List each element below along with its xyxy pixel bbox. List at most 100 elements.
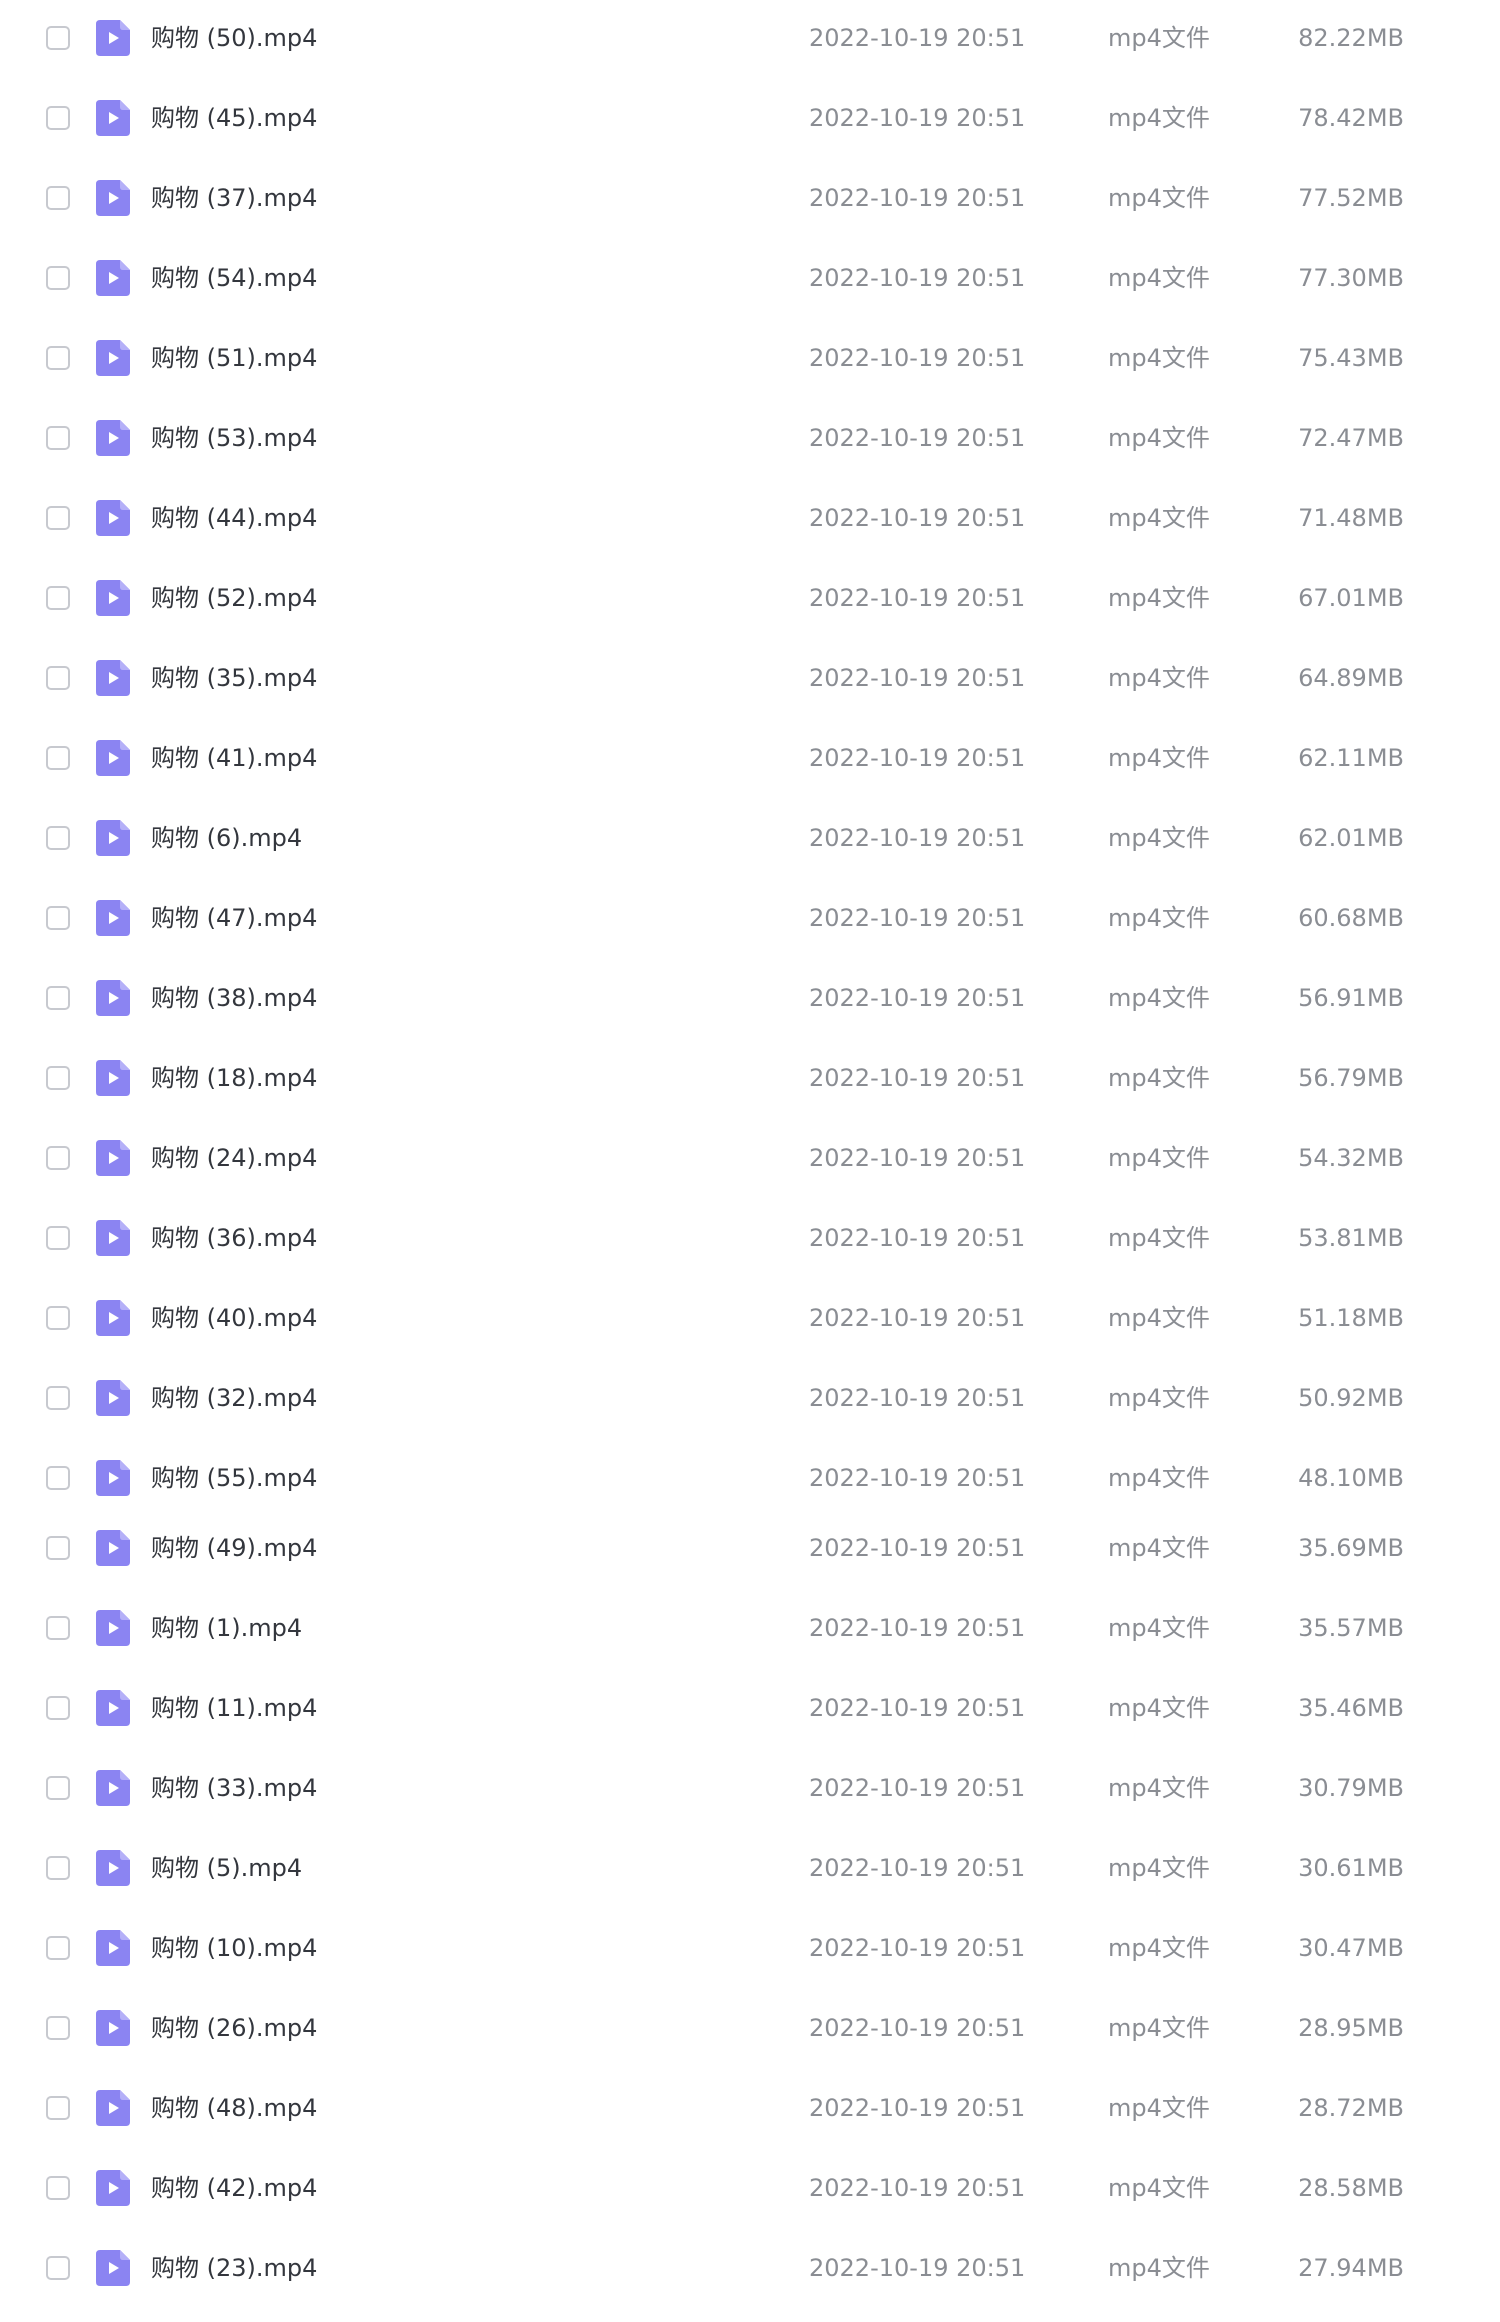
file-name[interactable]: 购物 (48).mp4 xyxy=(151,2093,317,2123)
video-file-icon xyxy=(96,500,130,536)
row-checkbox[interactable] xyxy=(46,986,70,1010)
file-name[interactable]: 购物 (47).mp4 xyxy=(151,903,317,933)
video-file-icon xyxy=(96,260,130,296)
file-row[interactable]: 购物 (37).mp4 2022-10-19 20:51 mp4文件 77.52MB xyxy=(0,168,1500,228)
file-row[interactable]: 购物 (5).mp4 2022-10-19 20:51 mp4文件 30.61MB xyxy=(0,1838,1500,1898)
file-name[interactable]: 购物 (52).mp4 xyxy=(151,583,317,613)
row-checkbox[interactable] xyxy=(46,346,70,370)
row-checkbox[interactable] xyxy=(46,1776,70,1800)
row-checkbox[interactable] xyxy=(46,2096,70,2120)
file-name[interactable]: 购物 (45).mp4 xyxy=(151,103,317,133)
row-checkbox[interactable] xyxy=(46,1066,70,1090)
file-row[interactable]: 购物 (50).mp4 2022-10-19 20:51 mp4文件 82.22MB xyxy=(0,8,1500,68)
file-row[interactable]: 购物 (1).mp4 2022-10-19 20:51 mp4文件 35.57MB xyxy=(0,1598,1500,1658)
file-row[interactable]: 购物 (18).mp4 2022-10-19 20:51 mp4文件 56.79MB xyxy=(0,1048,1500,1108)
file-row[interactable]: 购物 (44).mp4 2022-10-19 20:51 mp4文件 71.48MB xyxy=(0,488,1500,548)
row-checkbox[interactable] xyxy=(46,186,70,210)
file-row[interactable]: 购物 (36).mp4 2022-10-19 20:51 mp4文件 53.81MB xyxy=(0,1208,1500,1268)
file-name[interactable]: 购物 (50).mp4 xyxy=(151,23,317,53)
file-name[interactable]: 购物 (53).mp4 xyxy=(151,423,317,453)
file-row[interactable]: 购物 (55).mp4 2022-10-19 20:51 mp4文件 48.10MB xyxy=(0,1448,1500,1508)
file-name[interactable]: 购物 (33).mp4 xyxy=(151,1773,317,1803)
file-row[interactable]: 购物 (23).mp4 2022-10-19 20:51 mp4文件 27.94MB xyxy=(0,2238,1500,2298)
file-name[interactable]: 购物 (11).mp4 xyxy=(151,1693,317,1723)
row-checkbox[interactable] xyxy=(46,2256,70,2280)
file-name[interactable]: 购物 (32).mp4 xyxy=(151,1383,317,1413)
file-row[interactable]: 购物 (33).mp4 2022-10-19 20:51 mp4文件 30.79MB xyxy=(0,1758,1500,1818)
file-row[interactable]: 购物 (48).mp4 2022-10-19 20:51 mp4文件 28.72MB xyxy=(0,2078,1500,2138)
file-row[interactable]: 购物 (47).mp4 2022-10-19 20:51 mp4文件 60.68MB xyxy=(0,888,1500,948)
modified-date: 2022-10-19 20:51 xyxy=(809,584,1026,612)
file-row[interactable]: 购物 (40).mp4 2022-10-19 20:51 mp4文件 51.18MB xyxy=(0,1288,1500,1348)
file-name[interactable]: 购物 (41).mp4 xyxy=(151,743,317,773)
file-name[interactable]: 购物 (10).mp4 xyxy=(151,1933,317,1963)
file-size: 53.81MB xyxy=(1298,1224,1404,1252)
row-checkbox[interactable] xyxy=(46,2016,70,2040)
row-checkbox[interactable] xyxy=(46,746,70,770)
row-checkbox[interactable] xyxy=(46,1306,70,1330)
file-row[interactable]: 购物 (24).mp4 2022-10-19 20:51 mp4文件 54.32MB xyxy=(0,1128,1500,1188)
file-row[interactable]: 购物 (10).mp4 2022-10-19 20:51 mp4文件 30.47MB xyxy=(0,1918,1500,1978)
file-name[interactable]: 购物 (18).mp4 xyxy=(151,1063,317,1093)
file-size: 56.79MB xyxy=(1298,1064,1404,1092)
file-name[interactable]: 购物 (36).mp4 xyxy=(151,1223,317,1253)
modified-date: 2022-10-19 20:51 xyxy=(809,1774,1026,1802)
row-checkbox[interactable] xyxy=(46,1856,70,1880)
file-row[interactable]: 购物 (32).mp4 2022-10-19 20:51 mp4文件 50.92MB xyxy=(0,1368,1500,1428)
file-row[interactable]: 购物 (53).mp4 2022-10-19 20:51 mp4文件 72.47MB xyxy=(0,408,1500,468)
file-name[interactable]: 购物 (38).mp4 xyxy=(151,983,317,1013)
file-name[interactable]: 购物 (1).mp4 xyxy=(151,1613,302,1643)
file-row[interactable]: 购物 (54).mp4 2022-10-19 20:51 mp4文件 77.30MB xyxy=(0,248,1500,308)
file-name[interactable]: 购物 (55).mp4 xyxy=(151,1463,317,1493)
file-row[interactable]: 购物 (52).mp4 2022-10-19 20:51 mp4文件 67.01MB xyxy=(0,568,1500,628)
video-file-icon xyxy=(96,180,130,216)
row-checkbox[interactable] xyxy=(46,1536,70,1560)
video-file-icon xyxy=(96,1930,130,1966)
row-checkbox[interactable] xyxy=(46,1386,70,1410)
file-name[interactable]: 购物 (54).mp4 xyxy=(151,263,317,293)
row-checkbox[interactable] xyxy=(46,1696,70,1720)
file-name[interactable]: 购物 (23).mp4 xyxy=(151,2253,317,2283)
row-checkbox[interactable] xyxy=(46,906,70,930)
file-row[interactable]: 购物 (45).mp4 2022-10-19 20:51 mp4文件 78.42MB xyxy=(0,88,1500,148)
file-row[interactable]: 购物 (42).mp4 2022-10-19 20:51 mp4文件 28.58MB xyxy=(0,2158,1500,2218)
row-checkbox[interactable] xyxy=(46,26,70,50)
file-row[interactable]: 购物 (51).mp4 2022-10-19 20:51 mp4文件 75.43MB xyxy=(0,328,1500,388)
row-checkbox[interactable] xyxy=(46,1616,70,1640)
row-checkbox[interactable] xyxy=(46,266,70,290)
modified-date: 2022-10-19 20:51 xyxy=(809,184,1026,212)
file-row[interactable]: 购物 (6).mp4 2022-10-19 20:51 mp4文件 62.01MB xyxy=(0,808,1500,868)
row-checkbox[interactable] xyxy=(46,1146,70,1170)
video-file-icon xyxy=(96,20,130,56)
row-checkbox[interactable] xyxy=(46,106,70,130)
file-row[interactable]: 购物 (49).mp4 2022-10-19 20:51 mp4文件 35.69MB xyxy=(0,1518,1500,1578)
file-row[interactable]: 购物 (38).mp4 2022-10-19 20:51 mp4文件 56.91MB xyxy=(0,968,1500,1028)
file-name[interactable]: 购物 (42).mp4 xyxy=(151,2173,317,2203)
file-name[interactable]: 购物 (40).mp4 xyxy=(151,1303,317,1333)
row-checkbox[interactable] xyxy=(46,1466,70,1490)
file-row[interactable]: 购物 (41).mp4 2022-10-19 20:51 mp4文件 62.11MB xyxy=(0,728,1500,788)
row-checkbox[interactable] xyxy=(46,506,70,530)
file-row[interactable]: 购物 (35).mp4 2022-10-19 20:51 mp4文件 64.89MB xyxy=(0,648,1500,708)
file-size: 50.92MB xyxy=(1298,1384,1404,1412)
row-checkbox[interactable] xyxy=(46,426,70,450)
row-checkbox[interactable] xyxy=(46,1936,70,1960)
video-file-icon xyxy=(96,2010,130,2046)
file-name[interactable]: 购物 (6).mp4 xyxy=(151,823,302,853)
row-checkbox[interactable] xyxy=(46,1226,70,1250)
file-name[interactable]: 购物 (35).mp4 xyxy=(151,663,317,693)
file-name[interactable]: 购物 (26).mp4 xyxy=(151,2013,317,2043)
file-name[interactable]: 购物 (24).mp4 xyxy=(151,1143,317,1173)
row-checkbox[interactable] xyxy=(46,666,70,690)
row-checkbox[interactable] xyxy=(46,826,70,850)
file-name[interactable]: 购物 (51).mp4 xyxy=(151,343,317,373)
row-checkbox[interactable] xyxy=(46,586,70,610)
file-name[interactable]: 购物 (37).mp4 xyxy=(151,183,317,213)
file-name[interactable]: 购物 (44).mp4 xyxy=(151,503,317,533)
file-row[interactable]: 购物 (11).mp4 2022-10-19 20:51 mp4文件 35.46MB xyxy=(0,1678,1500,1738)
file-row[interactable]: 购物 (26).mp4 2022-10-19 20:51 mp4文件 28.95MB xyxy=(0,1998,1500,2058)
row-checkbox[interactable] xyxy=(46,2176,70,2200)
file-name[interactable]: 购物 (49).mp4 xyxy=(151,1533,317,1563)
file-name[interactable]: 购物 (5).mp4 xyxy=(151,1853,302,1883)
file-type: mp4文件 xyxy=(1108,1144,1210,1172)
